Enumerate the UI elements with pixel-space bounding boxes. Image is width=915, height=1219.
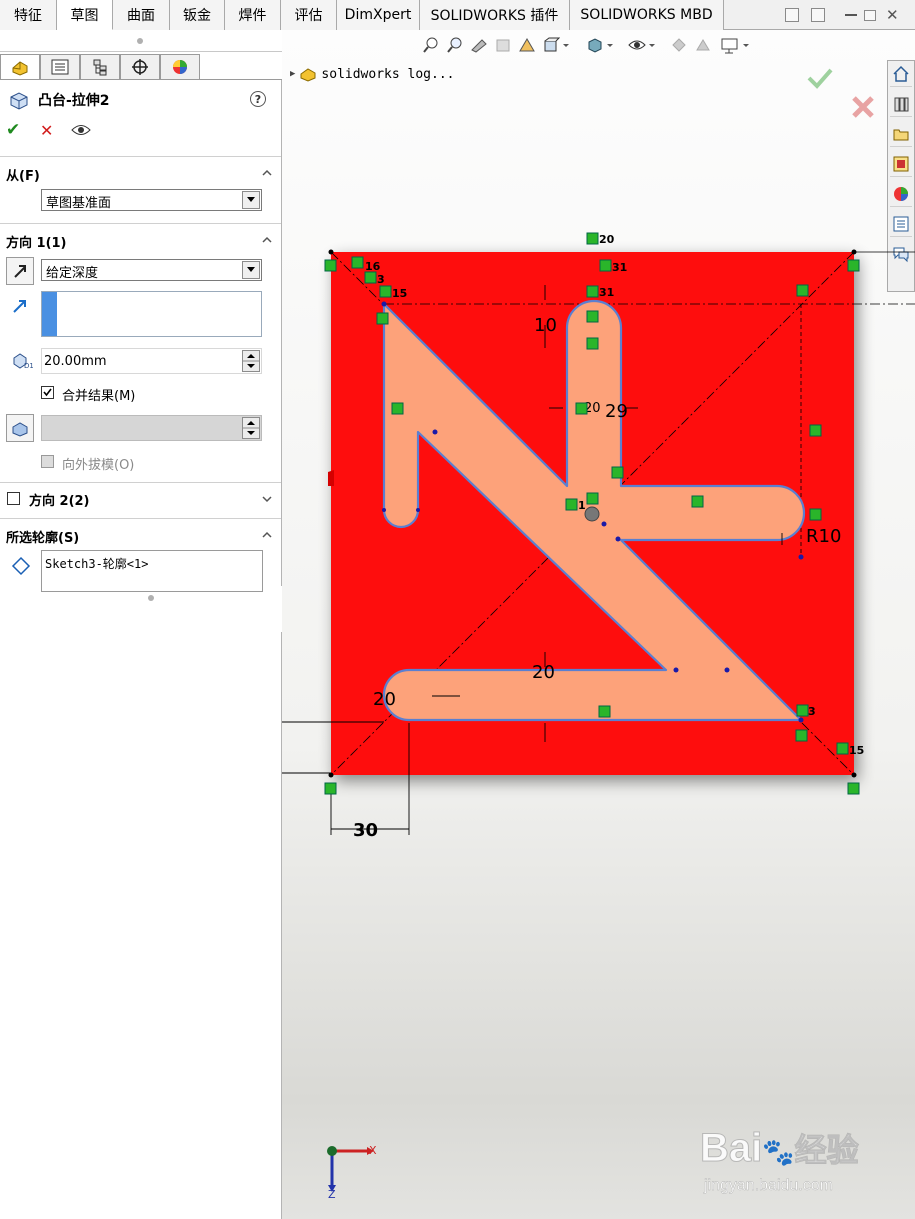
merge-result-checkbox[interactable] [41,386,54,399]
manager-tabs [0,52,282,80]
feature-title: 凸台-拉伸2 [38,93,110,109]
svg-text:1: 1 [578,499,586,512]
configurationmanager-tab[interactable] [80,54,120,79]
svg-text:15: 15 [392,287,407,300]
svg-text:31: 31 [612,261,627,274]
dimension-20-left[interactable]: 20 [373,689,396,710]
crosshair-icon [132,59,148,75]
depth-spinner[interactable] [242,350,260,372]
divider [0,482,281,483]
selected-contours-header[interactable]: 所选轮廓(S) [6,527,79,546]
collapse-right-icon[interactable] [811,8,825,22]
contour-item[interactable]: Sketch3-轮廓<1> [45,557,148,571]
chevron-down-icon[interactable] [242,261,260,279]
end-condition-select[interactable]: 给定深度 [41,259,262,281]
appearance-ball-icon [173,60,187,74]
featuremanager-tab[interactable] [0,54,40,79]
panel-top-strip [0,30,282,52]
svg-text:20: 20 [599,233,615,246]
direction-vector-icon [13,300,26,313]
svg-text:3: 3 [808,705,816,718]
cancel-x-icon[interactable]: ✕ [40,121,53,140]
svg-text:D1: D1 [24,362,33,370]
propertymanager-tab[interactable] [40,54,80,79]
svg-text:15: 15 [849,744,864,757]
svg-text:16: 16 [365,260,381,273]
dimension-20-bottom[interactable]: 20 [532,662,555,683]
contour-diamond-icon [11,556,31,576]
chevron-down-icon[interactable] [242,191,260,209]
dimension-30[interactable]: 30 [353,820,378,841]
divider [0,156,281,157]
tab-surfaces[interactable]: 曲面 [113,0,170,30]
ok-check-icon[interactable]: ✔ [6,120,20,140]
draft-spinner [242,417,260,439]
close-window-icon[interactable]: ✕ [886,6,899,24]
svg-text:X: X [369,1144,377,1157]
dimension-10[interactable]: 10 [534,315,557,336]
origin-icon[interactable] [584,506,600,522]
command-manager-tabs: 特征 草图 曲面 钣金 焊件 评估 DimXpert SOLIDWORKS 插件… [0,0,915,30]
checkmark-icon [43,388,52,397]
restore-icon[interactable] [864,10,876,21]
tab-sheet-metal[interactable]: 钣金 [170,0,225,30]
chevron-up-icon[interactable] [262,235,272,245]
preview-eye-icon[interactable] [71,123,91,137]
draft-outward-checkbox[interactable] [41,455,54,468]
panel-grip-icon[interactable] [137,38,143,44]
contour-selection-list[interactable]: Sketch3-轮廓<1> [41,550,263,592]
dimxpertmanager-tab[interactable] [120,54,160,79]
configuration-icon [93,59,107,76]
tab-mbd[interactable]: SOLIDWORKS MBD [570,0,724,30]
graphics-area[interactable]: ▶ solidworks log... 10 20 29 R10 20 20 3… [282,30,915,1219]
tab-evaluate[interactable]: 评估 [281,0,337,30]
displaymanager-tab[interactable] [160,54,200,79]
chevron-up-icon[interactable] [262,530,272,540]
svg-text:3: 3 [377,273,385,286]
svg-text:Z: Z [328,1188,336,1201]
tab-addins[interactable]: SOLIDWORKS 插件 [420,0,570,30]
minimize-icon[interactable] [845,14,857,16]
direction-reference-field[interactable] [41,291,262,337]
draft-icon [12,422,28,437]
tab-weldments[interactable]: 焊件 [225,0,281,30]
property-list-icon [51,59,69,75]
plate-edge-marker [328,470,334,486]
sketch-canvas: 10 20 29 R10 20 20 30 20 16 3 15 31 31 1… [282,232,915,1201]
tab-dimxpert[interactable]: DimXpert [337,0,420,30]
from-select[interactable]: 草图基准面 [41,189,262,211]
divider [0,518,281,519]
chevron-up-icon[interactable] [262,168,272,178]
dimension-r10[interactable]: R10 [806,526,841,547]
divider [0,223,281,224]
from-section-header[interactable]: 从(F) [6,165,40,184]
feature-tree-icon [12,61,28,76]
depth-input[interactable]: 20.00mm [41,348,262,374]
direction2-checkbox[interactable] [7,492,20,505]
direction1-section-header[interactable]: 方向 1(1) [6,232,67,251]
reverse-direction-button[interactable] [6,257,34,285]
reverse-direction-icon [14,265,26,278]
draft-angle-input [41,415,262,441]
tab-features[interactable]: 特征 [0,0,57,30]
boss-extrude-icon [10,92,28,110]
draft-outward-label: 向外拔模(O) [62,458,135,473]
merge-result-label: 合并结果(M) [62,389,136,404]
tab-sketch[interactable]: 草图 [57,0,113,30]
baidu-watermark: Bai🐾经验 jingyan.baidu.com [699,1126,859,1195]
reference-triad: X Z [327,1144,377,1201]
svg-text:31: 31 [599,286,614,299]
direction2-section-header[interactable]: 方向 2(2) [29,490,90,509]
collapse-left-icon[interactable] [785,8,799,22]
property-manager-panel: 凸台-拉伸2 ? ✔ ✕ 从(F) 草图基准面 方向 1(1) 给定深度 D1 … [0,30,293,1219]
help-icon[interactable]: ? [250,91,266,107]
draft-toggle-button[interactable] [6,414,34,442]
chevron-down-icon[interactable] [262,494,272,504]
depth-icon: D1 [13,353,33,370]
dimension-29[interactable]: 29 [605,401,628,422]
list-resize-grip-icon[interactable] [148,595,154,601]
